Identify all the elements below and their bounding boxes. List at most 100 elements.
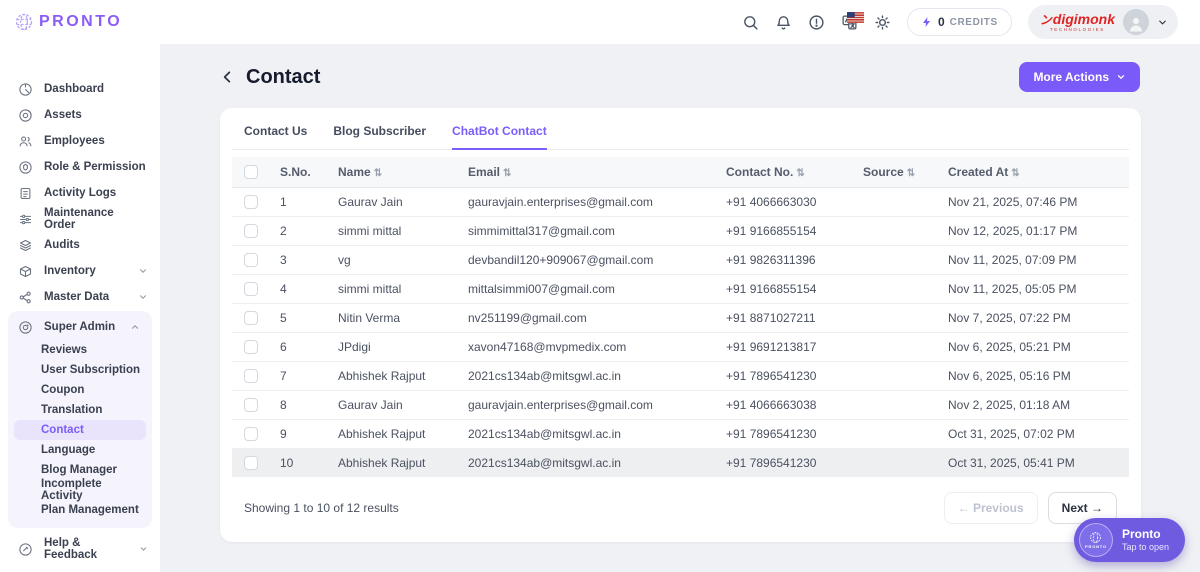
notifications-icon[interactable] (775, 14, 792, 31)
sidebar-item-super-admin[interactable]: Super Admin (8, 314, 152, 340)
cell-contact: +91 4066663038 (718, 390, 855, 419)
column-header-name[interactable]: Name⇅ (330, 157, 460, 187)
sidebar-subitem-reviews[interactable]: Reviews (14, 340, 146, 360)
chat-widget-button[interactable]: PRONTO Pronto Tap to open (1074, 518, 1185, 562)
sidebar-item-role-permission[interactable]: Role & Permission (0, 154, 160, 180)
chevron-up-icon (130, 322, 140, 332)
sidebar-item-help-feedback[interactable]: Help & Feedback (0, 536, 160, 562)
sidebar-subitem-coupon[interactable]: Coupon (14, 380, 146, 400)
sidebar-item-inventory[interactable]: Inventory (0, 258, 160, 284)
app-logo[interactable]: PRONTO (0, 12, 122, 32)
chevron-down-icon (1116, 72, 1126, 82)
sidebar-subitem-language[interactable]: Language (14, 440, 146, 460)
column-header-created-at[interactable]: Created At⇅ (940, 157, 1129, 187)
sidebar-item-assets[interactable]: Assets (0, 102, 160, 128)
theme-icon[interactable] (874, 14, 891, 31)
cell-created-at: Oct 31, 2025, 05:41 PM (940, 448, 1129, 477)
sidebar-item-employees[interactable]: Employees (0, 128, 160, 154)
sidebar-item-audits[interactable]: Audits (0, 232, 160, 258)
cell-contact: +91 7896541230 (718, 419, 855, 448)
select-all-checkbox[interactable] (244, 165, 258, 179)
column-header-contact-no[interactable]: Contact No.⇅ (718, 157, 855, 187)
row-checkbox[interactable] (244, 224, 258, 238)
table-row[interactable]: 5 Nitin Verma nv251199@gmail.com +91 887… (232, 303, 1129, 332)
sort-icon[interactable]: ⇅ (907, 168, 915, 179)
sort-icon[interactable]: ⇅ (1011, 168, 1019, 179)
column-header-source[interactable]: Source⇅ (855, 157, 940, 187)
tab-contact-us[interactable]: Contact Us (244, 124, 307, 150)
sidebar-subitem-label: Incomplete Activity (41, 478, 146, 502)
cell-sno: 2 (272, 216, 330, 245)
row-checkbox[interactable] (244, 311, 258, 325)
more-actions-button[interactable]: More Actions (1019, 62, 1140, 92)
profile-menu[interactable]: digimonk TECHNOLOGIES (1028, 5, 1178, 39)
cell-contact: +91 9166855154 (718, 216, 855, 245)
cell-name: Gaurav Jain (330, 187, 460, 216)
cell-sno: 9 (272, 419, 330, 448)
sidebar-item-dashboard[interactable]: Dashboard (0, 76, 160, 102)
language-icon[interactable] (841, 14, 858, 31)
employees-icon (18, 134, 33, 149)
column-header-email[interactable]: Email⇅ (460, 157, 718, 187)
row-checkbox[interactable] (244, 282, 258, 296)
row-checkbox[interactable] (244, 253, 258, 267)
row-checkbox[interactable] (244, 398, 258, 412)
table-header-row: S.No.Name⇅Email⇅Contact No.⇅Source⇅Creat… (232, 157, 1129, 187)
sort-icon[interactable]: ⇅ (374, 168, 382, 179)
sidebar-subitem-translation[interactable]: Translation (14, 400, 146, 420)
cell-name: vg (330, 245, 460, 274)
table-row[interactable]: 3 vg devbandil120+909067@gmail.com +91 9… (232, 245, 1129, 274)
cell-source (855, 448, 940, 477)
cell-name: Abhishek Rajput (330, 419, 460, 448)
cell-contact: +91 4066663030 (718, 187, 855, 216)
table-row[interactable]: 8 Gaurav Jain gauravjain.enterprises@gma… (232, 390, 1129, 419)
cell-source (855, 245, 940, 274)
results-summary: Showing 1 to 10 of 12 results (244, 501, 399, 515)
table-row[interactable]: 2 simmi mittal simmimittal317@gmail.com … (232, 216, 1129, 245)
table-row[interactable]: 4 simmi mittal mittalsimmi007@gmail.com … (232, 274, 1129, 303)
sidebar-item-master-data[interactable]: Master Data (0, 284, 160, 310)
sidebar-item-maintenance-order[interactable]: Maintenance Order (0, 206, 160, 232)
sidebar-item-activity-logs[interactable]: Activity Logs (0, 180, 160, 206)
cell-source (855, 361, 940, 390)
chat-widget-title: Pronto (1122, 527, 1169, 542)
tab-blog-subscriber[interactable]: Blog Subscriber (333, 124, 426, 150)
sidebar-subitem-incomplete-activity[interactable]: Incomplete Activity (14, 480, 146, 500)
sort-icon[interactable]: ⇅ (503, 168, 511, 179)
row-checkbox[interactable] (244, 427, 258, 441)
sidebar-subitem-user-subscription[interactable]: User Subscription (14, 360, 146, 380)
row-checkbox[interactable] (244, 369, 258, 383)
avatar (1123, 9, 1149, 35)
bolt-icon (921, 16, 933, 28)
sidebar-subitem-blog-manager[interactable]: Blog Manager (14, 460, 146, 480)
row-checkbox[interactable] (244, 340, 258, 354)
cell-email: gauravjain.enterprises@gmail.com (460, 390, 718, 419)
sort-icon[interactable]: ⇅ (796, 168, 804, 179)
sidebar-item-label: Dashboard (44, 83, 104, 95)
credits-pill[interactable]: 0 CREDITS (907, 8, 1012, 36)
table-row[interactable]: 7 Abhishek Rajput 2021cs134ab@mitsgwl.ac… (232, 361, 1129, 390)
role-permission-icon (18, 160, 33, 175)
sidebar-subitem-plan-management[interactable]: Plan Management (14, 500, 146, 520)
top-bar: PRONTO 0 CREDITS digimonk TECHNOLOGIES (0, 0, 1200, 44)
table-row[interactable]: 9 Abhishek Rajput 2021cs134ab@mitsgwl.ac… (232, 419, 1129, 448)
cell-email: gauravjain.enterprises@gmail.com (460, 187, 718, 216)
sidebar-item-label: Super Admin (44, 321, 115, 333)
table-row[interactable]: 6 JPdigi xavon47168@mvpmedix.com +91 969… (232, 332, 1129, 361)
sidebar-subitem-contact[interactable]: Contact (14, 420, 146, 440)
row-checkbox[interactable] (244, 195, 258, 209)
table-row[interactable]: 1 Gaurav Jain gauravjain.enterprises@gma… (232, 187, 1129, 216)
cell-sno: 5 (272, 303, 330, 332)
cell-sno: 7 (272, 361, 330, 390)
search-icon[interactable] (742, 14, 759, 31)
contacts-table: S.No.Name⇅Email⇅Contact No.⇅Source⇅Creat… (232, 157, 1129, 477)
dashboard-icon (18, 82, 33, 97)
column-header-s-no: S.No. (272, 157, 330, 187)
table-row[interactable]: 10 Abhishek Rajput 2021cs134ab@mitsgwl.a… (232, 448, 1129, 477)
back-icon[interactable] (220, 69, 236, 85)
previous-button[interactable]: ← Previous (944, 492, 1038, 524)
tab-chatbot-contact[interactable]: ChatBot Contact (452, 124, 547, 150)
row-checkbox[interactable] (244, 456, 258, 470)
globe-logo-icon (14, 12, 34, 32)
info-icon[interactable] (808, 14, 825, 31)
